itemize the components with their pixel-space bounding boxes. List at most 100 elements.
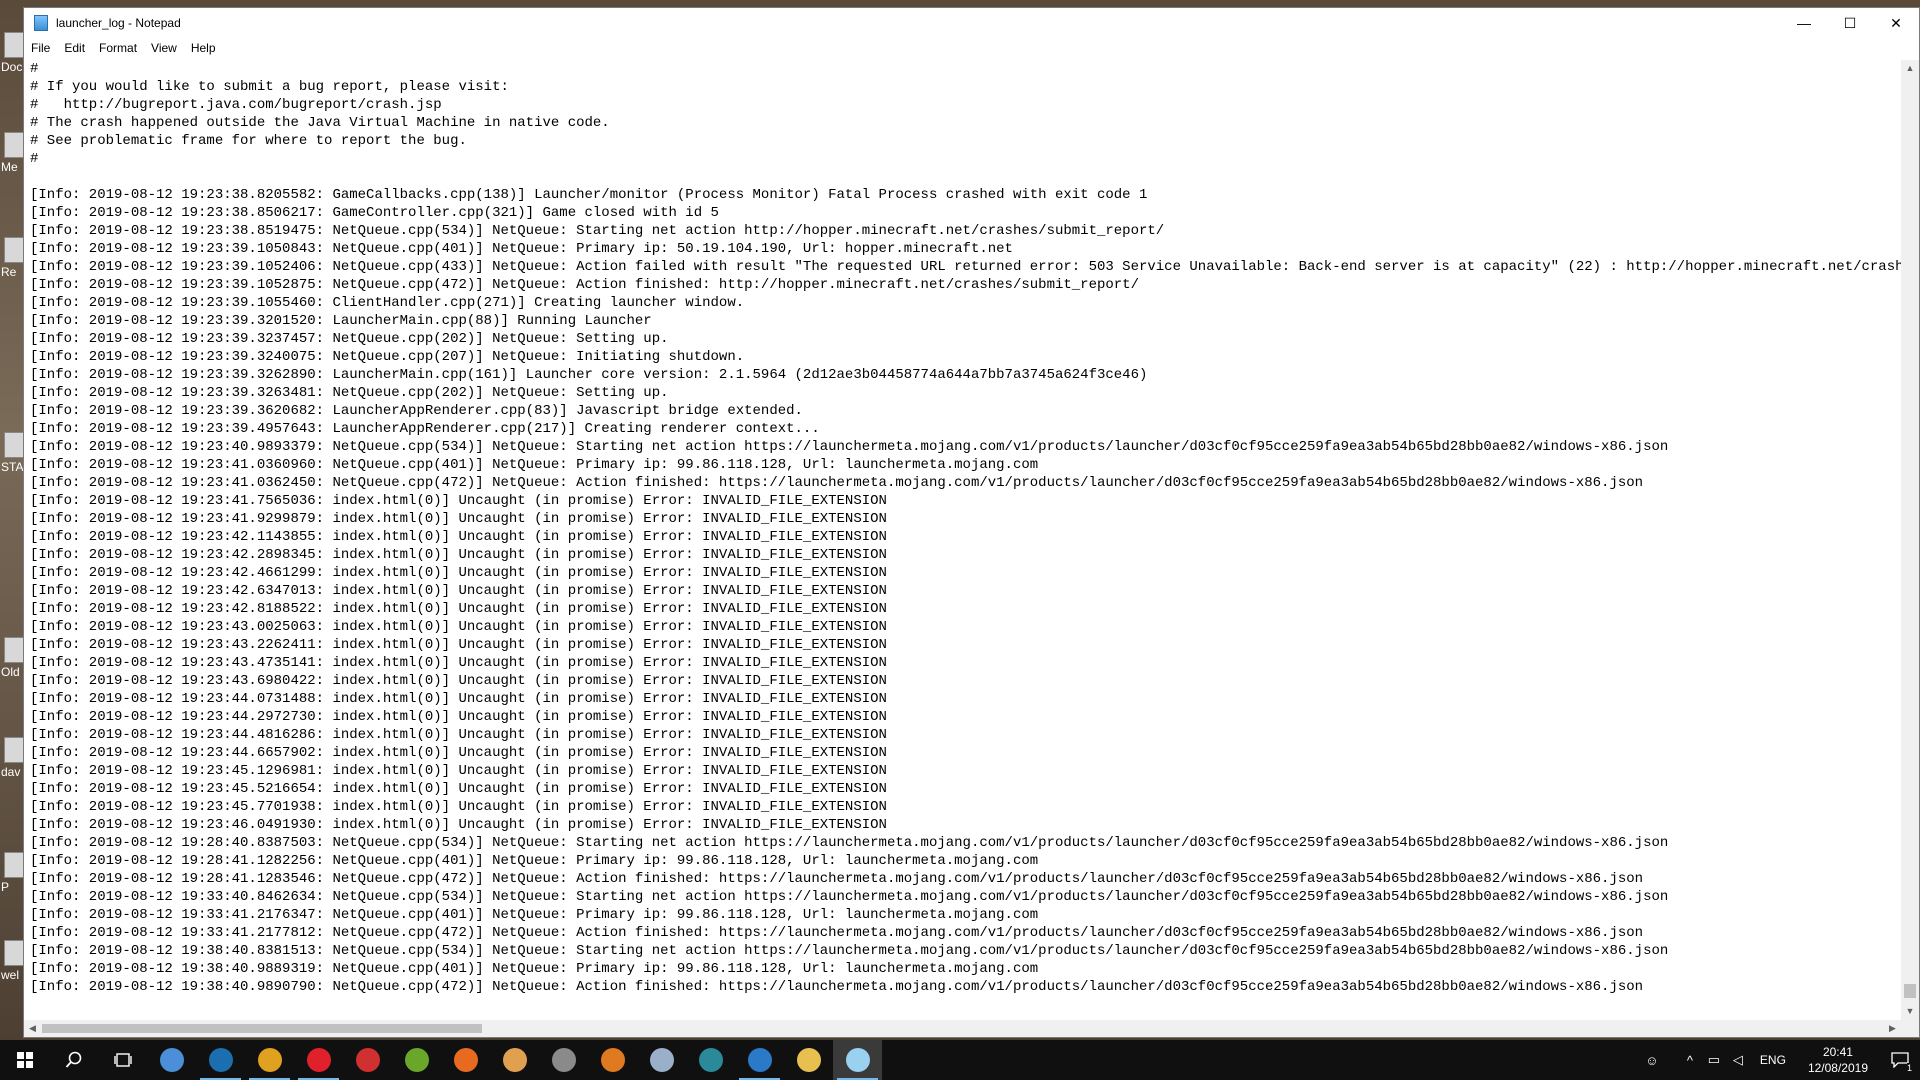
powershell-icon (698, 1048, 723, 1072)
taskbar-app-button[interactable] (833, 1040, 882, 1080)
taskbar-app-button[interactable] (735, 1040, 784, 1080)
network-icon[interactable]: ▭ (1702, 1052, 1726, 1068)
vertical-scrollbar[interactable]: ▲ ▼ (1901, 60, 1919, 1020)
text-line: [Info: 2019-08-12 19:23:38.8205582: Game… (30, 187, 1148, 203)
desktop-shortcut-label[interactable]: Re (1, 265, 25, 279)
taskbar-app-button[interactable] (539, 1040, 588, 1080)
desktop-shortcut-label[interactable]: wel (1, 968, 25, 982)
spreadsheet-icon (404, 1048, 429, 1072)
taskbar-app-button[interactable] (147, 1040, 196, 1080)
notepad-window: launcher_log - Notepad — ☐ ✕ File Edit F… (23, 7, 1920, 1038)
volume-icon[interactable]: ◁ (1726, 1052, 1750, 1068)
desktop-shortcut-label[interactable]: STA (1, 460, 25, 474)
close-button[interactable]: ✕ (1873, 8, 1919, 38)
text-line: [Info: 2019-08-12 19:33:41.2176347: NetQ… (30, 907, 1039, 923)
chrome-icon (257, 1048, 282, 1072)
text-line: [Info: 2019-08-12 19:23:42.1143855: inde… (30, 529, 887, 545)
text-line: [Info: 2019-08-12 19:38:40.9889319: NetQ… (30, 961, 1039, 977)
wrench-icon (649, 1048, 674, 1072)
text-line: [Info: 2019-08-12 19:23:43.6980422: inde… (30, 673, 887, 689)
notepad-app-icon[interactable] (34, 15, 48, 31)
menu-help[interactable]: Help (184, 41, 223, 55)
text-line: [Info: 2019-08-12 19:23:39.3620682: Laun… (30, 403, 803, 419)
taskbar: ☺ ^ ▭ ◁ ENG 20:41 12/08/2019 1 (0, 1040, 1920, 1080)
taskbar-app-button[interactable] (245, 1040, 294, 1080)
desktop-shortcut-label[interactable]: Doc (1, 60, 25, 74)
text-line: [Info: 2019-08-12 19:23:45.1296981: inde… (30, 763, 887, 779)
taskbar-app-button[interactable] (490, 1040, 539, 1080)
vertical-scroll-thumb[interactable] (1904, 984, 1916, 998)
text-line: [Info: 2019-08-12 19:38:40.9890790: NetQ… (30, 979, 1644, 995)
text-line: [Info: 2019-08-12 19:23:39.3240075: NetQ… (30, 349, 745, 365)
windows-logo-icon (16, 1052, 33, 1068)
text-line: [Info: 2019-08-12 19:23:39.3237457: NetQ… (30, 331, 669, 347)
system-tray: ☺ ^ ▭ ◁ ENG 20:41 12/08/2019 1 (1640, 1040, 1920, 1080)
taskbar-app-button[interactable] (637, 1040, 686, 1080)
people-icon[interactable]: ☺ (1640, 1053, 1664, 1068)
text-line: [Info: 2019-08-12 19:23:39.1050843: NetQ… (30, 241, 1013, 257)
text-line: # If you would like to submit a bug repo… (30, 79, 509, 95)
task-view-icon (113, 1053, 132, 1067)
desktop-shortcut-label[interactable]: Old (1, 665, 25, 679)
text-line: [Info: 2019-08-12 19:23:45.5216654: inde… (30, 781, 887, 797)
taskbar-app-button[interactable] (686, 1040, 735, 1080)
text-line: [Info: 2019-08-12 19:23:39.3201520: Laun… (30, 313, 652, 329)
search-button[interactable] (49, 1040, 98, 1080)
menu-edit[interactable]: Edit (57, 41, 92, 55)
chevron-up-icon[interactable]: ^ (1678, 1053, 1702, 1068)
maximize-button[interactable]: ☐ (1827, 8, 1873, 38)
taskbar-app-button[interactable] (784, 1040, 833, 1080)
text-editor-area[interactable]: # # If you would like to submit a bug rep… (24, 60, 1901, 1020)
text-line: [Info: 2019-08-12 19:23:41.9299879: inde… (30, 511, 887, 527)
opera-icon (306, 1048, 331, 1072)
title-bar[interactable]: launcher_log - Notepad — ☐ ✕ (24, 8, 1919, 38)
window-controls: — ☐ ✕ (1781, 8, 1919, 38)
text-line: [Info: 2019-08-12 19:23:42.6347013: inde… (30, 583, 887, 599)
horizontal-scroll-thumb[interactable] (42, 1024, 482, 1033)
desktop-shortcut-label[interactable]: dav (1, 765, 25, 779)
menu-format[interactable]: Format (92, 41, 144, 55)
notification-count: 1 (1906, 1063, 1912, 1073)
scroll-right-icon[interactable]: ▶ (1884, 1020, 1901, 1037)
overwatch-icon (600, 1048, 625, 1072)
text-line: # http://bugreport.java.com/bugreport/cr… (30, 97, 442, 113)
minimize-button[interactable]: — (1781, 8, 1827, 38)
task-view-button[interactable] (98, 1040, 147, 1080)
window-title: launcher_log - Notepad (56, 16, 181, 30)
scroll-up-icon[interactable]: ▲ (1901, 60, 1919, 77)
menu-view[interactable]: View (144, 41, 184, 55)
horizontal-scrollbar[interactable]: ◀ ▶ (24, 1020, 1901, 1037)
firefox-icon (453, 1048, 478, 1072)
text-line: # (30, 61, 39, 77)
text-line: [Info: 2019-08-12 19:33:41.2177812: NetQ… (30, 925, 1644, 941)
text-line: [Info: 2019-08-12 19:38:40.8381513: NetQ… (30, 943, 1669, 959)
notepad-icon (845, 1048, 870, 1072)
text-line: [Info: 2019-08-12 19:23:44.6657902: inde… (30, 745, 887, 761)
text-line: [Info: 2019-08-12 19:28:41.1283546: NetQ… (30, 871, 1644, 887)
text-line: [Info: 2019-08-12 19:28:40.8387503: NetQ… (30, 835, 1669, 851)
folder-icon (796, 1048, 821, 1072)
scroll-left-icon[interactable]: ◀ (24, 1020, 41, 1037)
text-line: [Info: 2019-08-12 19:23:39.4957643: Laun… (30, 421, 820, 437)
text-line: [Info: 2019-08-12 19:23:46.0491930: inde… (30, 817, 887, 833)
text-line: [Info: 2019-08-12 19:23:39.1052875: NetQ… (30, 277, 1139, 293)
scroll-down-icon[interactable]: ▼ (1901, 1003, 1919, 1020)
text-line: [Info: 2019-08-12 19:23:44.0731488: inde… (30, 691, 887, 707)
clock[interactable]: 20:41 12/08/2019 (1808, 1044, 1868, 1076)
taskbar-app-button[interactable] (196, 1040, 245, 1080)
text-line: [Info: 2019-08-12 19:23:39.1052406: NetQ… (30, 259, 1901, 275)
action-center-button[interactable]: 1 (1880, 1040, 1920, 1080)
desktop-shortcut-label[interactable]: Me (1, 160, 25, 174)
text-line: [Info: 2019-08-12 19:23:43.4735141: inde… (30, 655, 887, 671)
scrollbar-corner (1901, 1020, 1919, 1037)
taskbar-app-button[interactable] (343, 1040, 392, 1080)
menu-file[interactable]: File (24, 41, 57, 55)
taskbar-app-button[interactable] (294, 1040, 343, 1080)
taskbar-app-button[interactable] (441, 1040, 490, 1080)
text-line: [Info: 2019-08-12 19:23:39.3262890: Laun… (30, 367, 1148, 383)
taskbar-app-button[interactable] (392, 1040, 441, 1080)
language-indicator[interactable]: ENG (1760, 1053, 1786, 1067)
taskbar-app-button[interactable] (588, 1040, 637, 1080)
start-button[interactable] (0, 1040, 49, 1080)
desktop-shortcut-label[interactable]: P (1, 880, 25, 894)
